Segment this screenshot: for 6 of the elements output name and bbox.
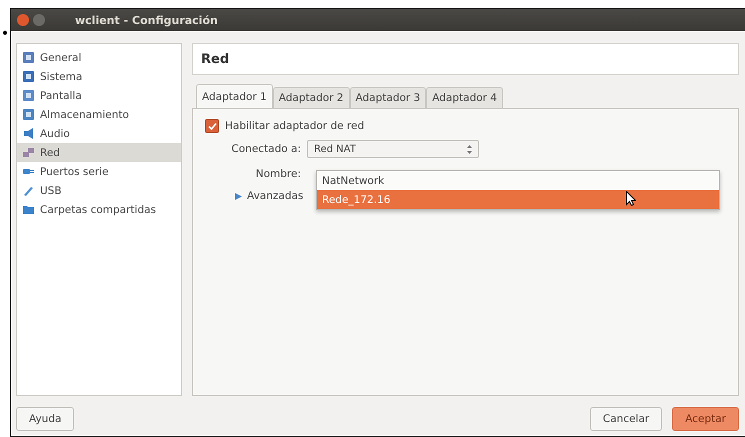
field-label: Conectado a: [230, 143, 301, 155]
window-title: wclient - Configuración [75, 14, 218, 26]
checkbox-label: Habilitar adaptador de red [225, 120, 364, 132]
bullet: • [0, 25, 10, 44]
field-label: Nombre: [254, 168, 301, 180]
page-title: Red [192, 43, 739, 75]
